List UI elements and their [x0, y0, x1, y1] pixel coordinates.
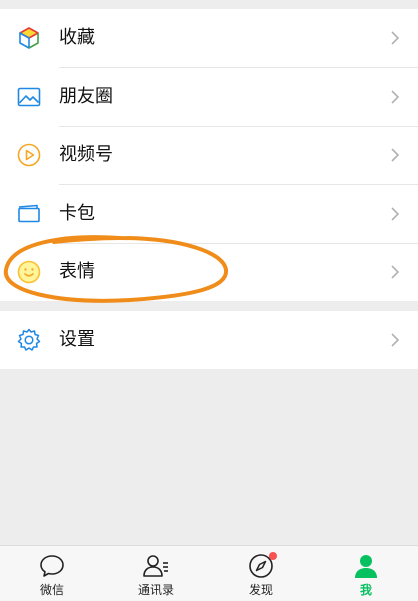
menu-item-favorites[interactable]: 收藏: [0, 9, 418, 67]
menu-item-card-wallet[interactable]: 卡包: [0, 185, 418, 243]
menu-item-label: 视频号: [59, 144, 113, 165]
menu-item-settings[interactable]: 设置: [0, 311, 418, 369]
moments-picture-icon: [16, 84, 42, 110]
menu-item-channels[interactable]: 视频号: [0, 126, 418, 184]
menu-item-moments[interactable]: 朋友圈: [0, 68, 418, 126]
channels-play-icon: [16, 142, 42, 168]
favorites-cube-icon: [16, 25, 42, 51]
menu-item-label: 卡包: [59, 203, 95, 224]
sticker-smile-icon: [16, 259, 42, 285]
chevron-right-icon: [390, 147, 400, 163]
menu-item-label: 朋友圈: [59, 86, 113, 107]
top-spacer: [0, 0, 418, 9]
menu-item-label: 设置: [59, 329, 95, 350]
menu-group-main: 收藏 朋友圈 视频号 卡包 表情: [0, 9, 418, 301]
menu-item-label: 收藏: [59, 27, 95, 48]
menu-group-settings: 设置: [0, 311, 418, 369]
tab-contacts[interactable]: 通讯录: [104, 546, 208, 601]
tab-chats[interactable]: 微信: [0, 546, 104, 601]
chat-bubble-icon: [38, 552, 66, 580]
card-wallet-icon: [16, 201, 42, 227]
tab-label: 通讯录: [137, 583, 174, 597]
me-person-icon: [352, 552, 380, 580]
chevron-right-icon: [390, 206, 400, 222]
menu-item-label: 表情: [59, 261, 95, 282]
menu-item-stickers[interactable]: 表情: [0, 243, 418, 301]
contacts-icon: [142, 552, 170, 580]
chevron-right-icon: [390, 264, 400, 280]
chevron-right-icon: [390, 89, 400, 105]
chevron-right-icon: [390, 332, 400, 348]
discover-badge-dot: [269, 552, 277, 560]
settings-gear-icon: [16, 327, 42, 353]
chevron-right-icon: [390, 30, 400, 46]
bottom-tab-bar: 微信 通讯录 发现 我: [0, 545, 418, 601]
tab-label: 微信: [39, 583, 64, 597]
tab-discover[interactable]: 发现: [209, 546, 313, 601]
tab-label: 发现: [248, 583, 273, 597]
tab-me[interactable]: 我: [314, 546, 418, 601]
tab-label: 我: [359, 583, 372, 597]
